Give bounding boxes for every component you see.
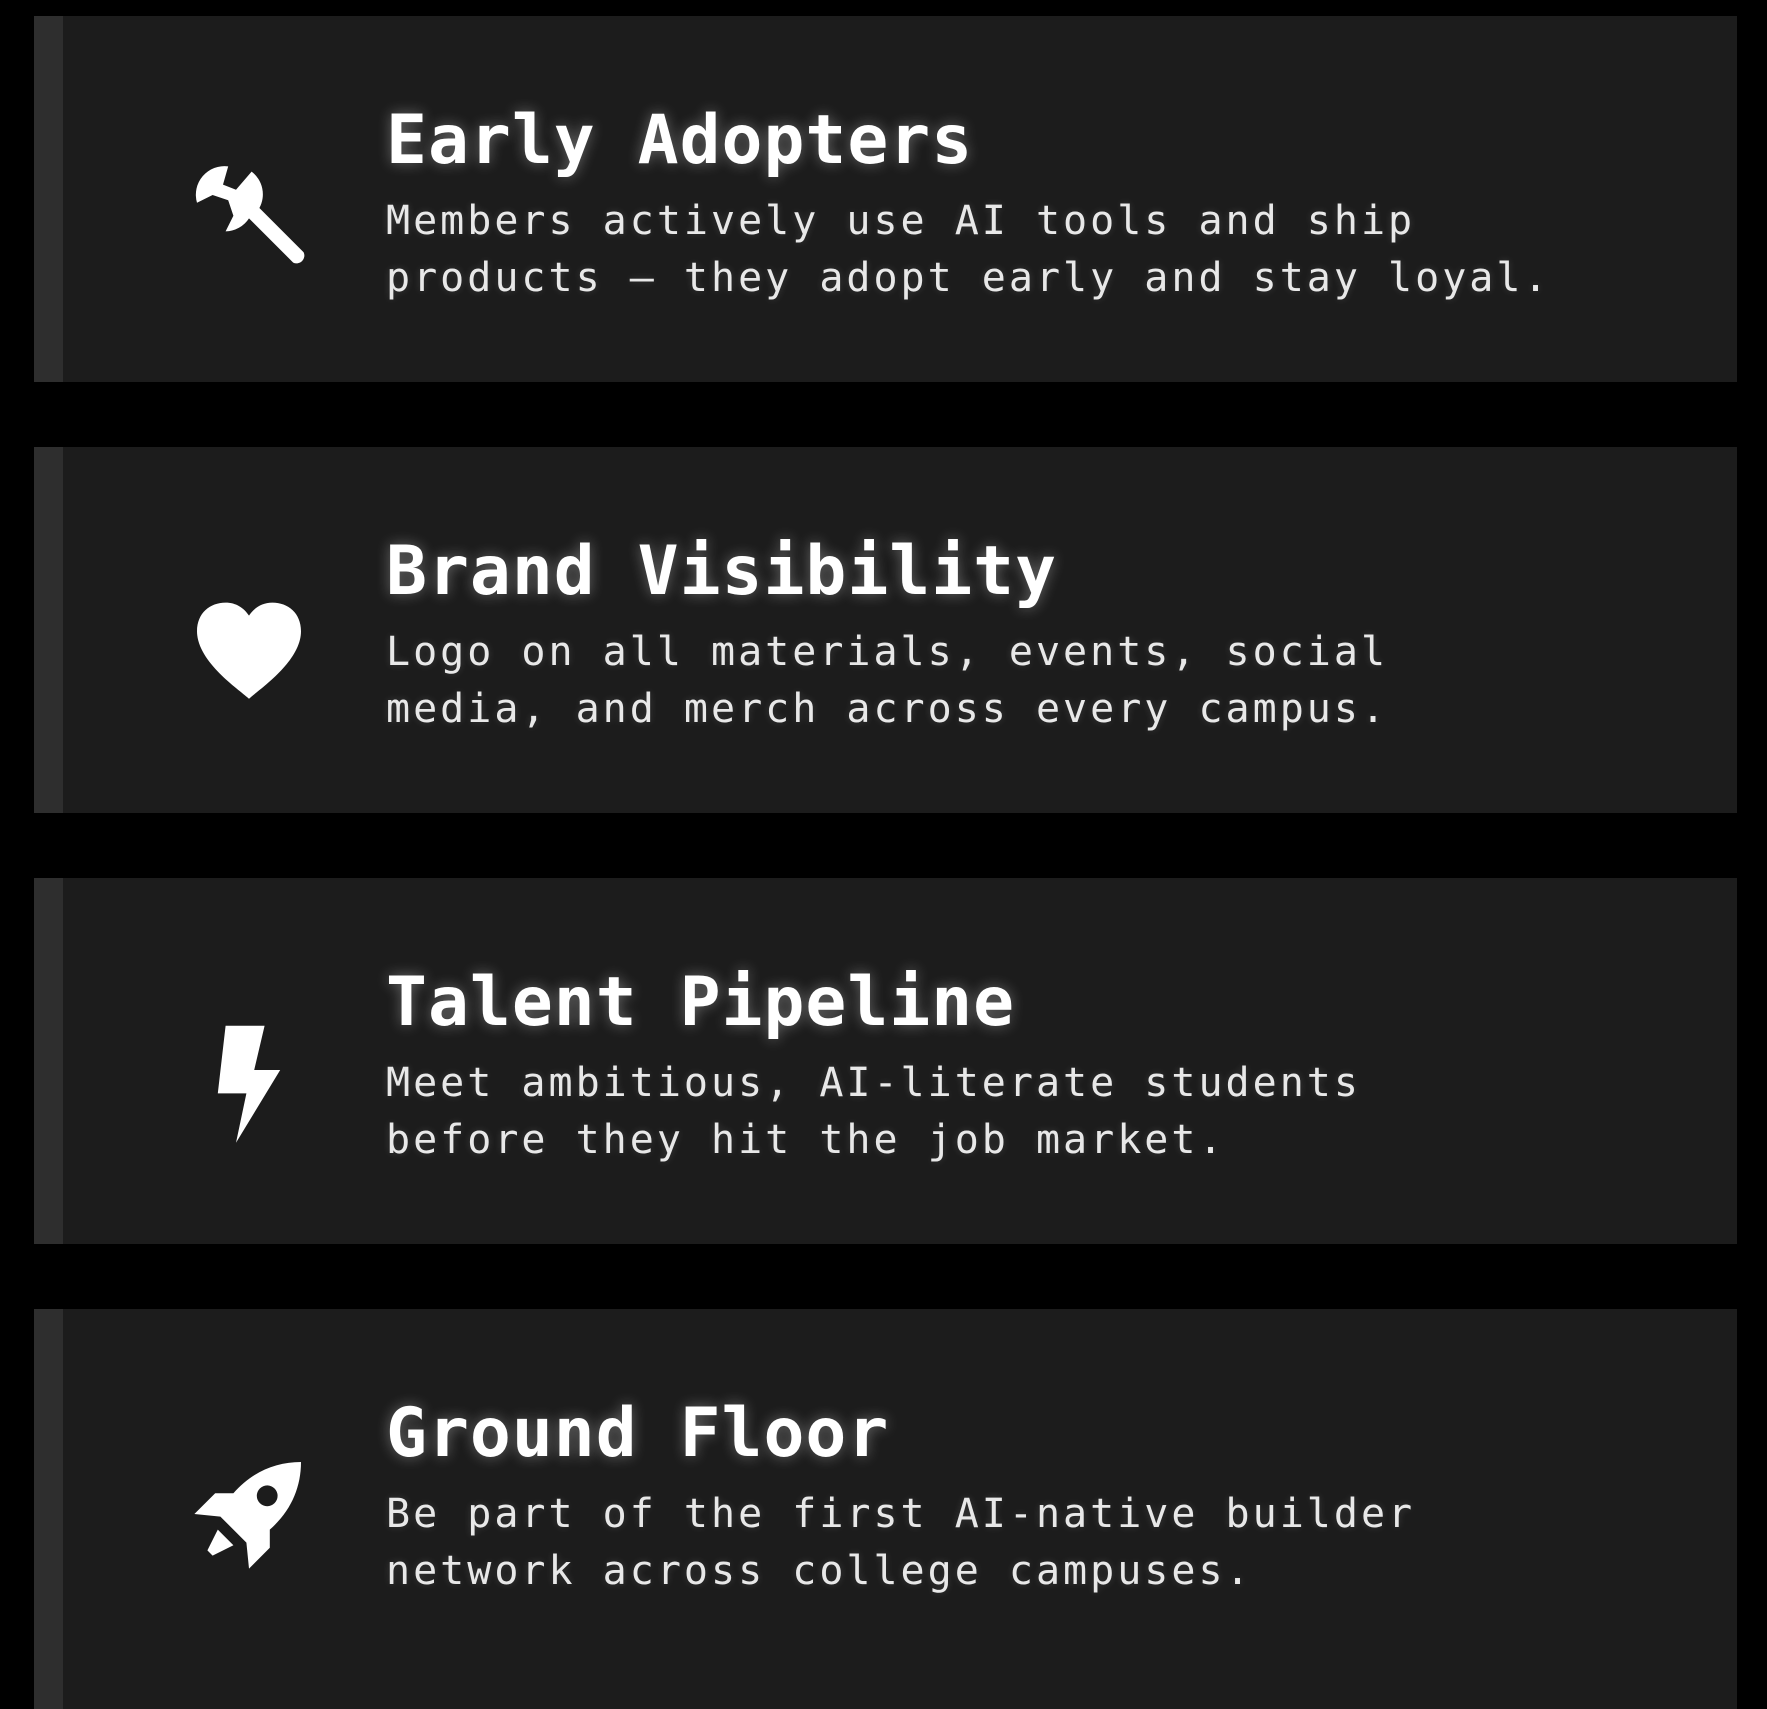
benefit-card-brand-visibility: Brand Visibility Logo on all materials, … xyxy=(34,447,1737,813)
benefit-card-early-adopters: Early Adopters Members actively use AI t… xyxy=(34,16,1737,382)
card-description: Members actively use AI tools and ship p… xyxy=(386,197,1551,301)
card-title: Talent Pipeline xyxy=(386,963,1016,1042)
card-description: Meet ambitious, AI-literate students bef… xyxy=(386,1059,1361,1163)
wrench-icon xyxy=(174,146,324,296)
card-title: Brand Visibility xyxy=(386,532,1058,611)
card-accent-strip xyxy=(34,878,63,1244)
benefit-card-talent-pipeline: Talent Pipeline Meet ambitious, AI-liter… xyxy=(34,878,1737,1244)
card-title: Ground Floor xyxy=(386,1394,890,1473)
card-text: Talent Pipeline Meet ambitious, AI-liter… xyxy=(386,963,1686,1169)
rocket-icon xyxy=(174,1439,324,1589)
page: { "cards": [ { "icon": "wrench-icon", "t… xyxy=(0,0,1767,1709)
card-accent-strip xyxy=(34,447,63,813)
card-title: Early Adopters xyxy=(386,101,974,180)
card-description: Be part of the first AI-native builder n… xyxy=(386,1490,1416,1594)
card-text: Brand Visibility Logo on all materials, … xyxy=(386,532,1686,738)
card-text: Early Adopters Members actively use AI t… xyxy=(386,101,1686,307)
benefit-card-list: Early Adopters Members actively use AI t… xyxy=(34,16,1737,1709)
card-description: Logo on all materials, events, social me… xyxy=(386,628,1389,732)
card-accent-strip xyxy=(34,1309,63,1709)
card-text: Ground Floor Be part of the first AI-nat… xyxy=(386,1394,1686,1600)
lightning-bolt-icon xyxy=(174,1008,324,1158)
card-accent-strip xyxy=(34,16,63,382)
benefit-card-ground-floor: Ground Floor Be part of the first AI-nat… xyxy=(34,1309,1737,1709)
heart-icon xyxy=(174,577,324,727)
